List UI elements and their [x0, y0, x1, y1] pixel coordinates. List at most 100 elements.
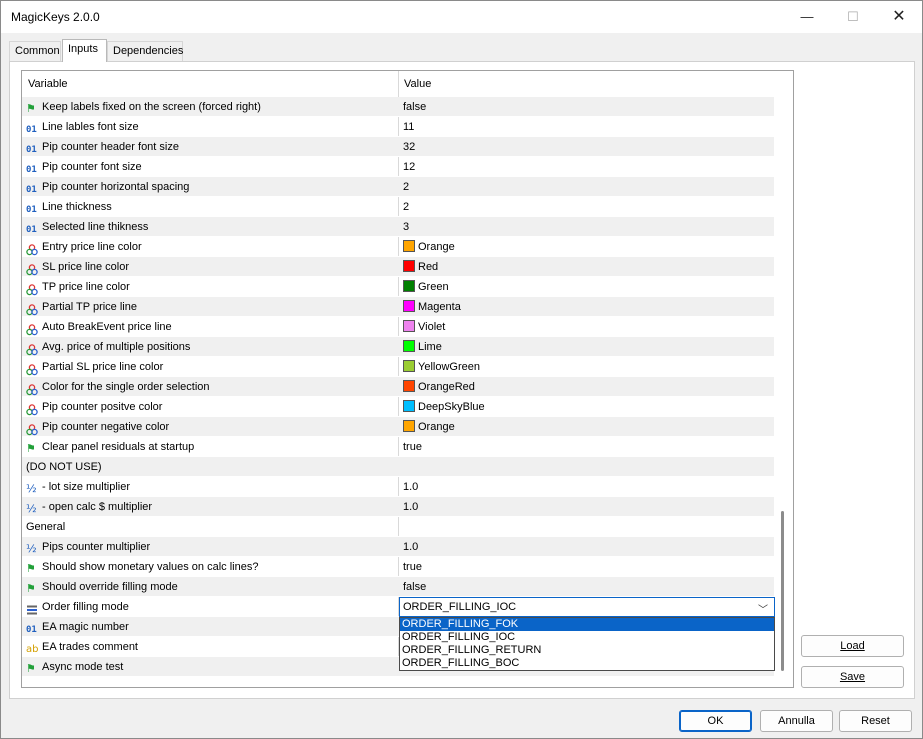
variable-cell: Entry price line color: [26, 237, 396, 257]
value-cell[interactable]: Green: [403, 277, 449, 297]
variable-label: EA trades comment: [42, 641, 138, 653]
value-cell[interactable]: Lime: [403, 337, 442, 357]
table-row[interactable]: Pip counter negative color Orange: [22, 417, 774, 437]
value-text: Orange: [418, 421, 455, 433]
table-row[interactable]: Auto BreakEvent price line Violet: [22, 317, 774, 337]
value-cell[interactable]: 1.0: [403, 537, 418, 557]
option-order-filling-boc[interactable]: ORDER_FILLING_BOC: [400, 657, 774, 670]
variable-cell: ⚑ Should override filling mode: [26, 577, 396, 597]
variable-label: Entry price line color: [42, 241, 142, 253]
table-row[interactable]: (DO NOT USE): [22, 457, 774, 477]
value-cell[interactable]: 11: [403, 117, 414, 137]
variable-label: EA magic number: [42, 621, 129, 633]
table-row[interactable]: Partial SL price line color YellowGreen: [22, 357, 774, 377]
table-row[interactable]: ½ - lot size multiplier 1.0: [22, 477, 774, 497]
table-row[interactable]: Partial TP price line Magenta: [22, 297, 774, 317]
value-cell[interactable]: Red: [403, 257, 438, 277]
minimize-icon[interactable]: —: [784, 1, 830, 33]
table-row[interactable]: ½ Pips counter multiplier 1.0: [22, 537, 774, 557]
value-cell[interactable]: 32: [403, 137, 415, 157]
color-icon: [26, 244, 40, 256]
variable-cell: (DO NOT USE): [26, 457, 396, 477]
table-row[interactable]: ⚑ Clear panel residuals at startup true: [22, 437, 774, 457]
table-row[interactable]: TP price line color Green: [22, 277, 774, 297]
value-cell[interactable]: true: [403, 557, 422, 577]
ok-button[interactable]: OK: [679, 710, 752, 732]
variable-label: General: [26, 521, 66, 533]
double-icon: ½: [26, 482, 37, 495]
variable-cell: Color for the single order selection: [26, 377, 396, 397]
table-row[interactable]: 01 Pip counter header font size 32: [22, 137, 774, 157]
value-cell[interactable]: Orange: [403, 237, 455, 257]
table-row[interactable]: ⚑ Should show monetary values on calc lin…: [22, 557, 774, 577]
tab-dependencies[interactable]: Dependencies: [107, 41, 183, 61]
table-row[interactable]: Entry price line color Orange: [22, 237, 774, 257]
variable-cell: ab EA trades comment: [26, 637, 396, 657]
table-row[interactable]: Pip counter positve color DeepSkyBlue: [22, 397, 774, 417]
table-row[interactable]: Avg. price of multiple positions Lime: [22, 337, 774, 357]
order-filling-mode-select[interactable]: ORDER_FILLING_IOC ﹀: [399, 597, 775, 617]
variable-cell: ½ Pips counter multiplier: [26, 537, 396, 557]
color-swatch: [403, 320, 415, 332]
save-button[interactable]: Save: [801, 666, 904, 688]
select-value: ORDER_FILLING_IOC: [403, 601, 517, 613]
table-row[interactable]: 01 Line lables font size 11: [22, 117, 774, 137]
table-row[interactable]: ½ - open calc $ multiplier 1.0: [22, 497, 774, 517]
value-text: 2: [403, 201, 410, 213]
tab-inputs[interactable]: Inputs: [62, 39, 107, 62]
column-header-value[interactable]: Value: [404, 78, 431, 90]
bool-flag-icon: ⚑: [26, 103, 36, 115]
option-order-filling-ioc[interactable]: ORDER_FILLING_IOC: [400, 631, 774, 644]
color-swatch: [403, 240, 415, 252]
cancel-button[interactable]: Annulla: [760, 710, 833, 732]
value-cell[interactable]: YellowGreen: [403, 357, 480, 377]
table-row[interactable]: 01 Line thickness 2: [22, 197, 774, 217]
vertical-scrollbar[interactable]: [781, 511, 784, 671]
variable-cell: Pip counter positve color: [26, 397, 396, 417]
value-cell[interactable]: false: [403, 577, 426, 597]
variable-label: Pip counter negative color: [42, 421, 170, 433]
int-icon: 01: [26, 205, 37, 215]
value-cell[interactable]: Orange: [403, 417, 455, 437]
table-row[interactable]: 01 Selected line thikness 3: [22, 217, 774, 237]
value-cell[interactable]: 1.0: [403, 497, 418, 517]
value-cell[interactable]: 2: [403, 197, 409, 217]
value-cell[interactable]: 1.0: [403, 477, 418, 497]
table-row[interactable]: General: [22, 517, 774, 537]
table-row[interactable]: 01 Pip counter horizontal spacing 2: [22, 177, 774, 197]
variable-label: SL price line color: [42, 261, 130, 273]
value-cell[interactable]: 12: [403, 157, 415, 177]
value-cell[interactable]: true: [403, 437, 422, 457]
table-row[interactable]: ⚑ Should override filling mode false: [22, 577, 774, 597]
table-row[interactable]: ⚑ Keep labels fixed on the screen (forced…: [22, 97, 774, 117]
close-icon[interactable]: ✕: [876, 1, 922, 33]
variable-cell: ⚑ Clear panel residuals at startup: [26, 437, 396, 457]
color-icon: [26, 304, 40, 316]
option-order-filling-fok[interactable]: ORDER_FILLING_FOK: [400, 618, 774, 631]
value-cell[interactable]: false: [403, 97, 426, 117]
variable-label: (DO NOT USE): [26, 461, 102, 473]
load-button[interactable]: Load: [801, 635, 904, 657]
column-header-variable[interactable]: Variable: [28, 78, 68, 90]
value-cell[interactable]: DeepSkyBlue: [403, 397, 485, 417]
variable-label: - lot size multiplier: [42, 481, 131, 493]
value-cell[interactable]: 3: [403, 217, 409, 237]
tab-common[interactable]: Common: [9, 41, 61, 61]
value-text: false: [403, 581, 427, 593]
color-swatch: [403, 380, 415, 392]
table-row[interactable]: SL price line color Red: [22, 257, 774, 277]
dialog-window: MagicKeys 2.0.0 — ☐ ✕ Common Inputs Depe…: [0, 0, 923, 739]
enum-list-icon: [26, 604, 40, 616]
value-cell[interactable]: 2: [403, 177, 409, 197]
value-text: OrangeRed: [418, 381, 475, 393]
option-order-filling-return[interactable]: ORDER_FILLING_RETURN: [400, 644, 774, 657]
variable-label: Clear panel residuals at startup: [42, 441, 195, 453]
table-row[interactable]: Color for the single order selection Oran…: [22, 377, 774, 397]
value-text: false: [403, 101, 427, 113]
value-cell[interactable]: OrangeRed: [403, 377, 475, 397]
table-row[interactable]: 01 Pip counter font size 12: [22, 157, 774, 177]
reset-button[interactable]: Reset: [839, 710, 912, 732]
value-cell[interactable]: Magenta: [403, 297, 461, 317]
variable-label: Selected line thikness: [42, 221, 149, 233]
value-cell[interactable]: Violet: [403, 317, 445, 337]
